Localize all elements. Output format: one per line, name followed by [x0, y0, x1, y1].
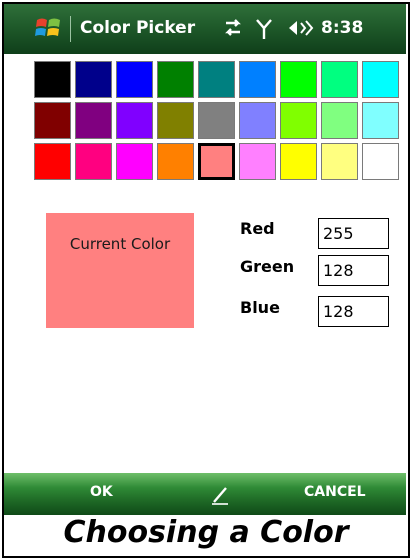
color-swatch[interactable] [34, 143, 71, 180]
volume-icon[interactable] [287, 18, 315, 38]
color-swatch[interactable] [157, 61, 194, 98]
color-swatch[interactable] [198, 102, 235, 139]
blue-value-field[interactable]: 128 [318, 296, 389, 327]
red-value-field[interactable]: 255 [318, 218, 389, 249]
signal-strength-icon[interactable] [254, 18, 274, 40]
red-label: Red [240, 219, 275, 238]
color-swatch[interactable] [280, 61, 317, 98]
color-swatch[interactable] [239, 61, 276, 98]
color-swatch[interactable] [239, 102, 276, 139]
connectivity-sync-icon[interactable] [222, 18, 244, 38]
color-swatch[interactable] [239, 143, 276, 180]
soft-key-bar: OK CANCEL [4, 473, 406, 515]
windows-start-icon[interactable] [34, 14, 62, 42]
color-swatch[interactable] [75, 143, 112, 180]
color-swatch[interactable] [280, 143, 317, 180]
color-swatch[interactable] [157, 102, 194, 139]
color-swatch[interactable] [198, 61, 235, 98]
green-value-field[interactable]: 128 [318, 255, 389, 286]
title-separator [70, 16, 71, 42]
title-bar: Color Picker 8:38 [4, 4, 406, 54]
cancel-softkey[interactable]: CANCEL [304, 484, 366, 500]
green-label: Green [240, 257, 295, 276]
color-swatch[interactable] [321, 143, 358, 180]
color-swatch[interactable] [321, 102, 358, 139]
color-swatch[interactable] [34, 102, 71, 139]
color-swatch[interactable] [362, 143, 399, 180]
input-panel-pen-icon[interactable] [208, 482, 232, 506]
current-color-preview: Current Color [46, 213, 194, 328]
color-swatch[interactable] [362, 61, 399, 98]
clock-time[interactable]: 8:38 [321, 16, 363, 40]
current-color-label: Current Color [69, 235, 171, 253]
color-swatch[interactable] [116, 61, 153, 98]
color-swatch[interactable] [157, 143, 194, 180]
color-swatch[interactable] [280, 102, 317, 139]
color-swatch[interactable] [75, 61, 112, 98]
color-swatch[interactable] [116, 143, 153, 180]
color-palette [34, 61, 400, 181]
color-swatch[interactable] [198, 143, 235, 180]
ok-softkey[interactable]: OK [90, 484, 113, 500]
color-swatch[interactable] [321, 61, 358, 98]
figure-caption: Choosing a Color [63, 515, 349, 550]
color-swatch[interactable] [34, 61, 71, 98]
color-swatch[interactable] [362, 102, 399, 139]
color-swatch[interactable] [75, 102, 112, 139]
app-title: Color Picker [80, 18, 196, 38]
blue-label: Blue [240, 298, 280, 317]
color-swatch[interactable] [116, 102, 153, 139]
